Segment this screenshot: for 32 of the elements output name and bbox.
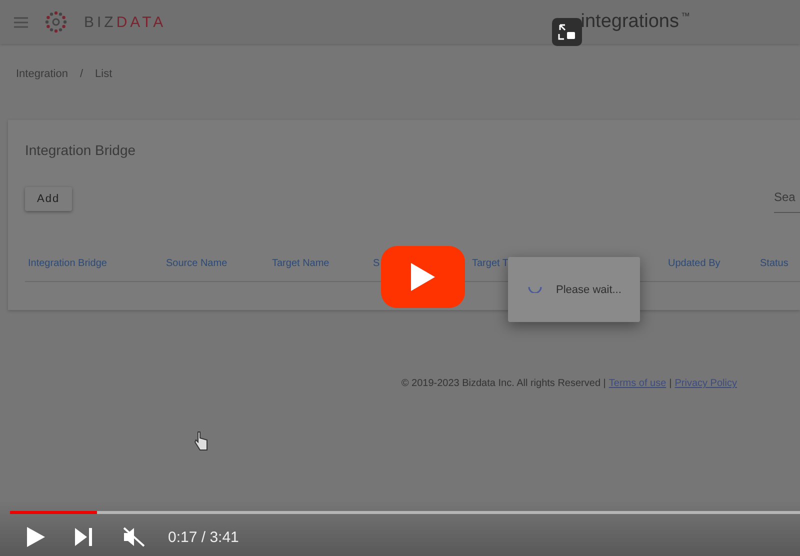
play-button[interactable] [26, 526, 46, 548]
card-title: Integration Bridge [25, 142, 137, 158]
search-field[interactable]: Sea [774, 184, 800, 213]
terms-link[interactable]: Terms of use [608, 378, 666, 389]
column-header[interactable]: Updated By [668, 258, 720, 269]
column-header[interactable]: Target Name [272, 258, 330, 269]
column-header[interactable]: Source Name [166, 258, 228, 269]
copyright-text: © 2019-2023 Bizdata Inc. All rights Reserved | [401, 378, 606, 389]
column-header[interactable]: S [373, 258, 380, 269]
play-icon [411, 263, 435, 291]
column-header[interactable]: Target T [472, 258, 508, 269]
footer-divider: | [669, 378, 672, 389]
time-display: 0:17 / 3:41 [168, 528, 239, 546]
loading-message: Please wait... [556, 284, 622, 296]
muted-button[interactable] [122, 526, 146, 548]
hand-cursor-icon [194, 431, 208, 451]
miniplayer-button[interactable] [552, 18, 582, 46]
logo-icon [44, 10, 68, 34]
next-button[interactable] [74, 527, 94, 547]
progress-track[interactable] [10, 511, 800, 514]
breadcrumb-separator: / [80, 68, 84, 82]
spinner-icon [528, 286, 542, 293]
play-button[interactable] [381, 246, 465, 308]
breadcrumb-item[interactable]: Integration [16, 68, 68, 96]
privacy-link[interactable]: Privacy Policy [674, 378, 737, 389]
add-button[interactable]: Add [25, 186, 72, 210]
trademark-mark: ™ [681, 11, 690, 21]
miniplayer-icon [558, 24, 576, 40]
column-header[interactable]: Integration Bridge [28, 258, 107, 269]
breadcrumb-item[interactable]: List [95, 68, 112, 96]
column-header[interactable]: Status [760, 258, 788, 269]
product-logo: integrations [580, 11, 679, 33]
